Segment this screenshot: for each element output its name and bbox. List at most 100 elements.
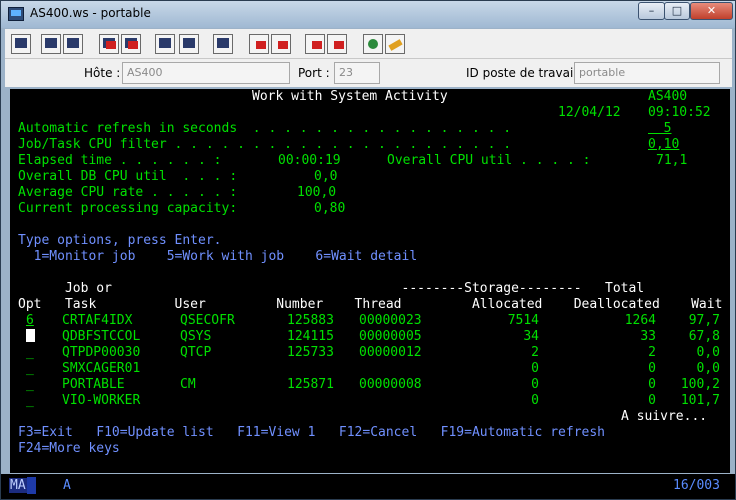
user-cell: QTCP bbox=[180, 345, 212, 360]
user-cell: QSECOFR bbox=[180, 313, 235, 328]
opt-input[interactable]: _ bbox=[26, 393, 34, 409]
avg-cpu-value: 100,0 bbox=[297, 185, 337, 200]
receive-icon[interactable] bbox=[121, 34, 141, 54]
macro-play2-icon[interactable] bbox=[327, 34, 347, 54]
status-line: MA A 16/003 bbox=[1, 474, 735, 499]
function-keys-line-2: F24=More keys bbox=[18, 441, 120, 456]
wait-cell: 67,8 bbox=[688, 329, 720, 344]
elapsed-value: 00:00:19 bbox=[278, 153, 341, 168]
overall-cpu-label: Overall CPU util . . . . : bbox=[387, 153, 591, 168]
workstation-id-field[interactable]: portable bbox=[574, 62, 720, 84]
refresh-label: Automatic refresh in seconds . . . . . .… bbox=[18, 121, 512, 136]
task-cell: SMXCAGER01 bbox=[62, 361, 141, 376]
allocated-cell: 7514 bbox=[507, 313, 539, 328]
allocated-cell: 2 bbox=[531, 345, 539, 360]
allocated-cell: 0 bbox=[531, 393, 539, 408]
send-icon[interactable] bbox=[99, 34, 119, 54]
wait-cell: 101,7 bbox=[680, 393, 720, 408]
task-cell: QTPDP00030 bbox=[62, 345, 141, 360]
allocated-cell: 34 bbox=[523, 329, 539, 344]
deallocated-cell: 0 bbox=[648, 393, 656, 408]
screen-time: 09:10:52 bbox=[648, 105, 711, 120]
globe-icon[interactable] bbox=[363, 34, 383, 54]
message-indicator: MA bbox=[9, 478, 27, 493]
thread-cell: 00000012 bbox=[359, 345, 422, 360]
deallocated-cell: 2 bbox=[648, 345, 656, 360]
allocated-cell: 0 bbox=[531, 361, 539, 376]
port-label: Port : bbox=[298, 66, 330, 80]
wait-cell: 0,0 bbox=[696, 345, 720, 360]
print-screen-icon[interactable] bbox=[11, 34, 31, 54]
deallocated-cell: 33 bbox=[640, 329, 656, 344]
keyboard-map-icon[interactable] bbox=[179, 34, 199, 54]
paste-icon[interactable] bbox=[63, 34, 83, 54]
db-cpu-value: 0,0 bbox=[314, 169, 338, 184]
cursor-position: 16/003 bbox=[673, 478, 720, 493]
instructions: Type options, press Enter. bbox=[18, 233, 222, 248]
opt-input[interactable]: _ bbox=[26, 377, 34, 393]
host-field[interactable]: AS400 bbox=[122, 62, 290, 84]
connection-bar: Hôte : AS400 Port : 23 ID poste de trava… bbox=[5, 59, 732, 87]
deallocated-cell: 0 bbox=[648, 377, 656, 392]
close-button[interactable]: ✕ bbox=[690, 2, 733, 20]
system-name: AS400 bbox=[648, 89, 688, 104]
number-cell: 125883 bbox=[287, 313, 334, 328]
cursor[interactable] bbox=[26, 329, 35, 342]
macro-record-icon[interactable] bbox=[249, 34, 269, 54]
copy-icon[interactable] bbox=[41, 34, 61, 54]
wait-cell: 97,7 bbox=[688, 313, 720, 328]
opt-input[interactable]: 6 bbox=[26, 313, 34, 329]
cpu-filter-label: Job/Task CPU filter . . . . . . . . . . … bbox=[18, 137, 512, 152]
capacity-label: Current processing capacity: bbox=[18, 201, 238, 216]
workstation-id-label: ID poste de travail : bbox=[466, 66, 585, 80]
user-cell: QSYS bbox=[180, 329, 212, 344]
task-cell: VIO-WORKER bbox=[62, 393, 141, 408]
task-cell: QDBFSTCCOL bbox=[62, 329, 141, 344]
wait-cell: 0,0 bbox=[696, 361, 720, 376]
allocated-cell: 0 bbox=[531, 377, 539, 392]
elapsed-label: Elapsed time . . . . . . : bbox=[18, 153, 222, 168]
title-bar[interactable]: AS400.ws - portable – □ ✕ bbox=[1, 1, 735, 28]
thread-cell: 00000008 bbox=[359, 377, 422, 392]
overall-cpu-value: 71,1 bbox=[656, 153, 688, 168]
deallocated-cell: 0 bbox=[648, 361, 656, 376]
column-header-1: Job or --------Storage-------- Total bbox=[18, 281, 645, 296]
keyboard-icon[interactable] bbox=[213, 34, 233, 54]
db-cpu-label: Overall DB CPU util . . . : bbox=[18, 169, 238, 184]
macro-play-icon[interactable] bbox=[271, 34, 291, 54]
capacity-value: 0,80 bbox=[314, 201, 346, 216]
thread-cell: 00000023 bbox=[359, 313, 422, 328]
opt-input[interactable]: _ bbox=[26, 361, 34, 377]
task-cell: CRTAF4IDX bbox=[62, 313, 133, 328]
number-cell: 125733 bbox=[287, 345, 334, 360]
terminal-app-icon bbox=[8, 7, 24, 21]
opt-input[interactable]: _ bbox=[26, 345, 34, 361]
emulator-window: AS400.ws - portable – □ ✕ Hôte : AS400 P… bbox=[0, 0, 736, 500]
cpu-filter-input[interactable]: 0,10 bbox=[648, 137, 679, 153]
port-field[interactable]: 23 bbox=[334, 62, 380, 84]
status-marker bbox=[27, 477, 36, 494]
wait-cell: 100,2 bbox=[680, 377, 720, 392]
avg-cpu-label: Average CPU rate . . . . . : bbox=[18, 185, 238, 200]
toolbar bbox=[5, 29, 732, 59]
host-label: Hôte : bbox=[84, 66, 121, 80]
more-indicator: A suivre... bbox=[621, 409, 708, 424]
column-header-2: Opt Task User Number Thread Allocated De… bbox=[18, 297, 723, 312]
minimize-button[interactable]: – bbox=[638, 2, 665, 20]
terminal-screen[interactable]: Work with System Activity AS400 12/04/12… bbox=[10, 89, 730, 473]
refresh-input[interactable]: 5 bbox=[648, 121, 672, 137]
screen-date: 12/04/12 bbox=[558, 105, 621, 120]
edit-icon[interactable] bbox=[385, 34, 405, 54]
thread-cell: 00000005 bbox=[359, 329, 422, 344]
display-icon[interactable] bbox=[155, 34, 175, 54]
session-mode: A bbox=[63, 478, 71, 493]
option-legend: 1=Monitor job 5=Work with job 6=Wait det… bbox=[18, 249, 418, 264]
screen-title: Work with System Activity bbox=[252, 89, 448, 104]
task-cell: PORTABLE bbox=[62, 377, 125, 392]
number-cell: 124115 bbox=[287, 329, 334, 344]
maximize-button[interactable]: □ bbox=[664, 2, 690, 20]
function-keys-line-1: F3=Exit F10=Update list F11=View 1 F12=C… bbox=[18, 425, 605, 440]
window-title: AS400.ws - portable bbox=[30, 6, 151, 20]
macro-stop-icon[interactable] bbox=[305, 34, 325, 54]
deallocated-cell: 1264 bbox=[624, 313, 656, 328]
